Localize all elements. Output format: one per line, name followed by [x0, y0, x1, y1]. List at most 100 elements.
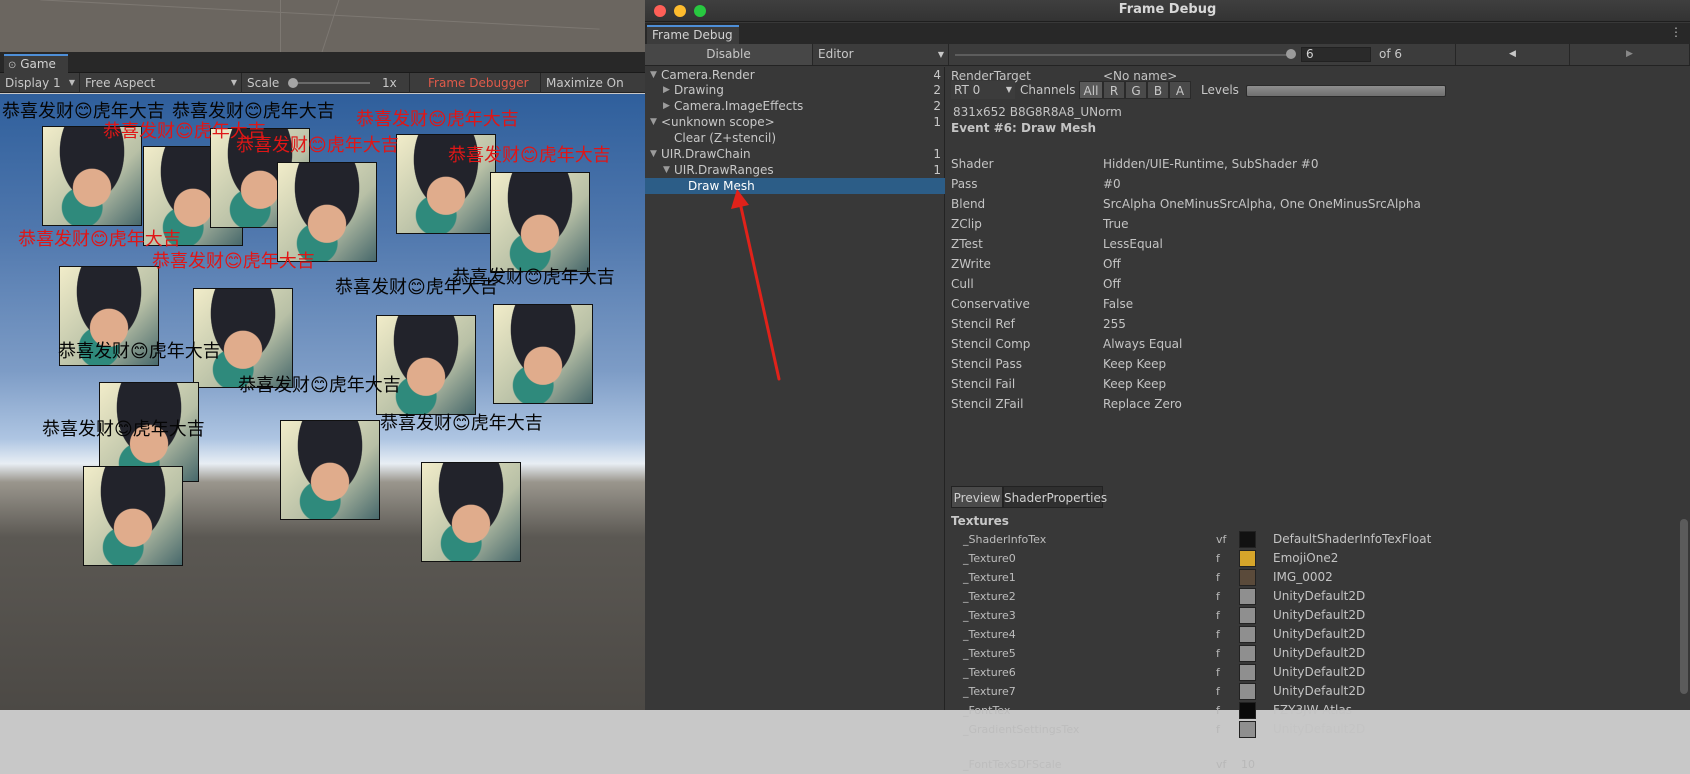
channel-all-toggle[interactable]: All [1079, 81, 1103, 99]
game-toolbar: Display 1 ▼ Free Aspect ▼ Scale 1x Frame… [0, 73, 645, 110]
minimize-window-button[interactable] [674, 5, 686, 17]
maximize-on-play-toggle[interactable]: Maximize On Play [540, 73, 645, 110]
sprite-caption: 恭喜发财😊虎年大吉 [356, 109, 519, 130]
property-row: Stencil Pass Keep Keep [951, 355, 1651, 373]
property-row: Stencil Fail Keep Keep [951, 375, 1651, 393]
tab-preview[interactable]: Preview [951, 486, 1003, 508]
texture-value: UnityDefault2D [1273, 722, 1366, 736]
levels-label: Levels [1201, 83, 1239, 97]
channel-g-toggle[interactable]: G [1125, 81, 1147, 99]
property-key: ZClip [951, 217, 982, 231]
scale-thumb[interactable] [288, 78, 298, 88]
next-event-button[interactable]: ▶ [1570, 44, 1690, 65]
annotation-arrow-head [731, 189, 749, 209]
sprite-caption: 恭喜发财😊虎年大吉 [335, 277, 498, 298]
property-value: 255 [1103, 317, 1126, 331]
texture-name: _Texture4 [963, 628, 1016, 641]
annotation-arrow-shaft [739, 205, 781, 381]
property-key: Stencil Ref [951, 317, 1015, 331]
texture-thumbnail[interactable] [1239, 721, 1256, 738]
texture-flag: vf [1216, 533, 1227, 546]
texture-value: UnityDefault2D [1273, 608, 1366, 622]
previous-event-button[interactable]: ◀ [1455, 44, 1570, 65]
channel-b-toggle[interactable]: B [1147, 81, 1169, 99]
sprite-caption: 恭喜发财😊虎年大吉 [58, 341, 221, 362]
details-scrollbar[interactable] [1680, 519, 1688, 694]
property-key: Stencil ZFail [951, 397, 1024, 411]
property-key: Conservative [951, 297, 1030, 311]
property-value: Off [1103, 277, 1121, 291]
float-value: 10 [1241, 758, 1255, 771]
character-sprite [193, 288, 293, 388]
event-slider-track[interactable] [955, 54, 1290, 56]
texture-name: _Texture6 [963, 666, 1016, 679]
scale-slider[interactable]: Scale 1x [242, 73, 410, 93]
texture-thumbnail[interactable] [1239, 607, 1256, 624]
texture-thumbnail[interactable] [1239, 569, 1256, 586]
sprite-caption: 恭喜发财😊虎年大吉 [448, 145, 611, 166]
chevron-down-icon: ▼ [937, 50, 944, 59]
chevron-down-icon: ▼ [68, 78, 75, 87]
character-sprite [280, 420, 380, 520]
texture-value: UnityDefault2D [1273, 589, 1366, 603]
aspect-dropdown[interactable]: Free Aspect ▼ [80, 73, 242, 93]
property-row: Shader Hidden/UIE-Runtime, SubShader #0 [951, 155, 1651, 173]
channel-a-toggle[interactable]: A [1169, 81, 1191, 99]
maximize-window-button[interactable] [694, 5, 706, 17]
event-slider-thumb[interactable] [1286, 49, 1296, 59]
channels-label: Channels [1020, 83, 1076, 97]
channel-r-toggle[interactable]: R [1103, 81, 1125, 99]
character-sprite [490, 172, 590, 272]
texture-thumbnail[interactable] [1239, 645, 1256, 662]
tab-frame-debug[interactable]: Frame Debug [647, 25, 739, 44]
texture-thumbnail[interactable] [1239, 531, 1256, 548]
caret-right-icon: ▶ [1626, 49, 1633, 59]
texture-row: _Texture4 f UnityDefault2D [951, 625, 1671, 644]
rt-dropdown[interactable]: RT 0 ▼ [951, 81, 1015, 99]
texture-value: UnityDefault2D [1273, 627, 1366, 641]
event-index-field[interactable]: 6 [1301, 47, 1371, 62]
annotation-arrow [731, 189, 781, 381]
property-row: Stencil Ref 255 [951, 315, 1651, 333]
frame-debug-window: Frame Debug Frame Debug ⋮ Disable Editor… [645, 0, 1690, 771]
texture-name: _Texture1 [963, 571, 1016, 584]
character-sprite [83, 466, 183, 566]
texture-name: _Texture5 [963, 647, 1016, 660]
close-window-button[interactable] [654, 5, 666, 17]
texture-name: _GradientSettingsTex [963, 723, 1080, 736]
target-dropdown[interactable]: Editor ▼ [813, 44, 949, 65]
texture-thumbnail[interactable] [1239, 550, 1256, 567]
texture-flag: f [1216, 666, 1220, 679]
property-value: #0 [1103, 177, 1121, 191]
event-total-label: of 6 [1379, 47, 1403, 61]
texture-flag: f [1216, 685, 1220, 698]
property-key: Stencil Fail [951, 377, 1016, 391]
texture-thumbnail[interactable] [1239, 588, 1256, 605]
disable-button[interactable]: Disable [645, 44, 813, 65]
display-dropdown[interactable]: Display 1 ▼ [0, 73, 80, 93]
texture-thumbnail[interactable] [1239, 683, 1256, 700]
character-sprite [376, 315, 476, 415]
event-title-row: Event #6: Draw Mesh [951, 119, 1651, 137]
tab-shader-properties[interactable]: ShaderProperties [1003, 486, 1107, 508]
property-value: True [1103, 217, 1129, 231]
tab-game[interactable]: ⊙ Game [4, 54, 68, 73]
game-tabbar: ⊙ Game [0, 52, 645, 73]
texture-thumbnail[interactable] [1239, 664, 1256, 681]
texture-flag: f [1216, 571, 1220, 584]
property-value: Replace Zero [1103, 397, 1182, 411]
texture-name: _ShaderInfoTex [963, 533, 1047, 546]
character-sprite [277, 162, 377, 262]
floats-heading: Floats [951, 740, 993, 754]
property-row: Stencil Comp Always Equal [951, 335, 1651, 353]
sprite-caption: 恭喜发财😊虎年大吉 [152, 251, 315, 272]
texture-thumbnail[interactable] [1239, 626, 1256, 643]
tab-game-label: Game [20, 57, 56, 71]
texture-thumbnail[interactable] [1239, 702, 1256, 719]
property-value: Hidden/UIE-Runtime, SubShader #0 [1103, 157, 1319, 171]
more-options-icon[interactable]: ⋮ [1670, 25, 1682, 39]
texture-flag: f [1216, 704, 1220, 717]
levels-range-slider[interactable] [1246, 85, 1446, 97]
character-sprite [421, 462, 521, 562]
texture-value: UnityDefault2D [1273, 684, 1366, 698]
